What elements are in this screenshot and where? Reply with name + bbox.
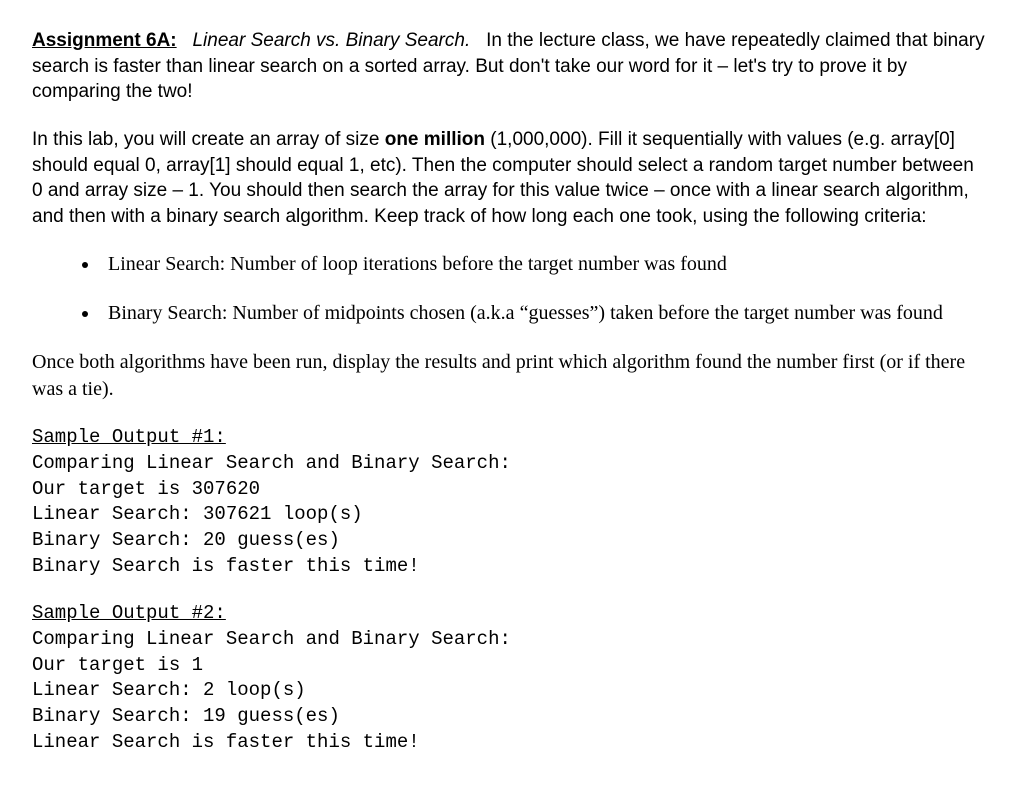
criteria-list: Linear Search: Number of loop iterations… [32, 251, 985, 327]
paragraph-2: In this lab, you will create an array of… [32, 127, 985, 230]
para2-bold: one million [385, 129, 485, 150]
list-item: Binary Search: Number of midpoints chose… [100, 300, 985, 327]
assignment-label: Assignment 6A: [32, 30, 177, 51]
sample-heading: Sample Output #2: [32, 601, 985, 627]
paragraph-3: Once both algorithms have been run, disp… [32, 349, 985, 403]
intro-paragraph: Assignment 6A: Linear Search vs. Binary … [32, 28, 985, 105]
sample-body: Comparing Linear Search and Binary Searc… [32, 627, 985, 755]
sample-output-2: Sample Output #2: Comparing Linear Searc… [32, 601, 985, 755]
assignment-subtitle: Linear Search vs. Binary Search. [192, 30, 470, 51]
para2-part-a: In this lab, you will create an array of… [32, 129, 385, 150]
sample-body: Comparing Linear Search and Binary Searc… [32, 451, 985, 579]
sample-heading: Sample Output #1: [32, 425, 985, 451]
list-item: Linear Search: Number of loop iterations… [100, 251, 985, 278]
sample-output-1: Sample Output #1: Comparing Linear Searc… [32, 425, 985, 579]
